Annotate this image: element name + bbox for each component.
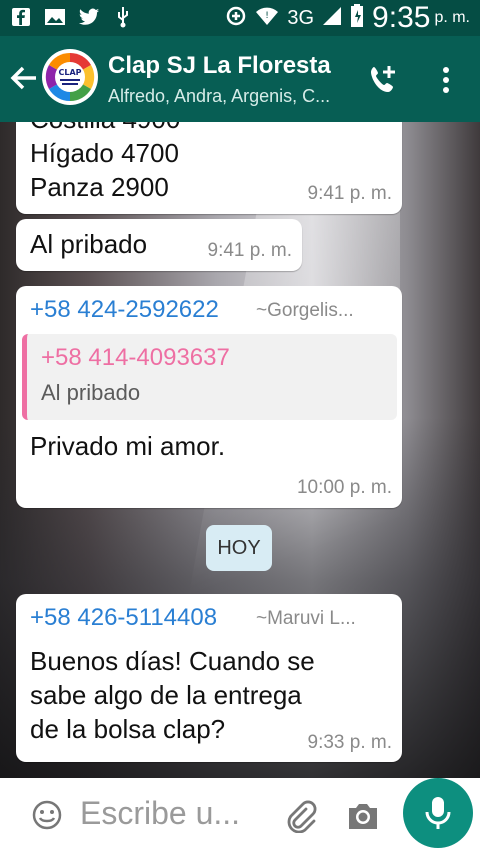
message-text: Privado mi amor. bbox=[30, 431, 226, 461]
image-icon bbox=[44, 6, 66, 28]
add-call-icon[interactable] bbox=[365, 62, 401, 98]
message-bubble[interactable]: Costilla 4900 Hígado 4700 Panza 2900 9:4… bbox=[16, 122, 402, 214]
message-time: 10:00 p. m. bbox=[296, 477, 392, 498]
more-options-icon[interactable] bbox=[438, 62, 454, 98]
message-text: Buenos días! Cuando se sabe algo de la e… bbox=[30, 646, 315, 744]
sender-number[interactable]: +58 426-5114408 bbox=[30, 604, 217, 632]
message-bubble[interactable]: +58 426-5114408 ~Maruvi L... Buenos días… bbox=[16, 594, 402, 762]
message-bubble[interactable]: Al pribado 9:41 p. m. bbox=[16, 219, 302, 271]
sender-number[interactable]: +58 424-2592622 bbox=[30, 296, 219, 324]
message-text: Al pribado bbox=[30, 229, 148, 259]
message-time: 9:41 p. m. bbox=[307, 183, 393, 204]
facebook-icon bbox=[10, 6, 32, 28]
emoji-icon[interactable] bbox=[32, 800, 62, 830]
status-bar: ! 3G 9:35 p. m. bbox=[0, 0, 480, 36]
message-bubble[interactable]: +58 424-2592622 ~Gorgelis... +58 414-409… bbox=[16, 286, 402, 508]
camera-icon[interactable] bbox=[346, 799, 380, 833]
message-text: Costilla 4900 Hígado 4700 Panza 2900 bbox=[30, 122, 180, 202]
voice-message-button[interactable] bbox=[403, 778, 473, 848]
attach-icon[interactable] bbox=[284, 799, 318, 834]
svg-text:!: ! bbox=[266, 11, 270, 21]
sender-name: ~Gorgelis... bbox=[256, 300, 354, 321]
chat-header: CLAP Clap SJ La Floresta Alfredo, Andra,… bbox=[0, 36, 480, 122]
date-divider: HOY bbox=[206, 525, 272, 571]
microphone-icon bbox=[423, 795, 453, 831]
chat-messages[interactable]: Costilla 4900 Hígado 4700 Panza 2900 9:4… bbox=[0, 122, 480, 778]
message-input[interactable]: Escribe u... bbox=[80, 795, 240, 832]
message-time: 9:41 p. m. bbox=[207, 240, 293, 261]
quoted-message[interactable]: +58 414-4093637 Al pribado bbox=[22, 334, 397, 420]
message-input-container[interactable]: Escribe u... bbox=[8, 781, 392, 845]
group-avatar[interactable]: CLAP bbox=[42, 49, 98, 105]
back-arrow-icon[interactable] bbox=[6, 60, 42, 96]
svg-text:CLAP: CLAP bbox=[58, 68, 81, 77]
usb-icon bbox=[112, 6, 134, 28]
quoted-sender-number: +58 414-4093637 bbox=[41, 344, 230, 371]
signal-icon bbox=[322, 6, 342, 31]
network-type: 3G bbox=[287, 6, 315, 29]
twitter-icon bbox=[78, 6, 100, 28]
message-time: 9:33 p. m. bbox=[307, 732, 393, 753]
battery-icon bbox=[350, 3, 364, 33]
chat-title[interactable]: Clap SJ La Floresta bbox=[108, 52, 331, 80]
participants-list[interactable]: Alfredo, Andra, Argenis, C... bbox=[108, 86, 330, 107]
clock-ampm: p. m. bbox=[434, 9, 470, 26]
clock: 9:35 bbox=[372, 1, 431, 34]
wifi-icon: ! bbox=[255, 6, 279, 31]
data-saver-icon bbox=[225, 5, 247, 32]
compose-bar: Escribe u... bbox=[0, 778, 480, 854]
quoted-text: Al pribado bbox=[41, 380, 141, 405]
sender-name: ~Maruvi L... bbox=[256, 608, 356, 629]
